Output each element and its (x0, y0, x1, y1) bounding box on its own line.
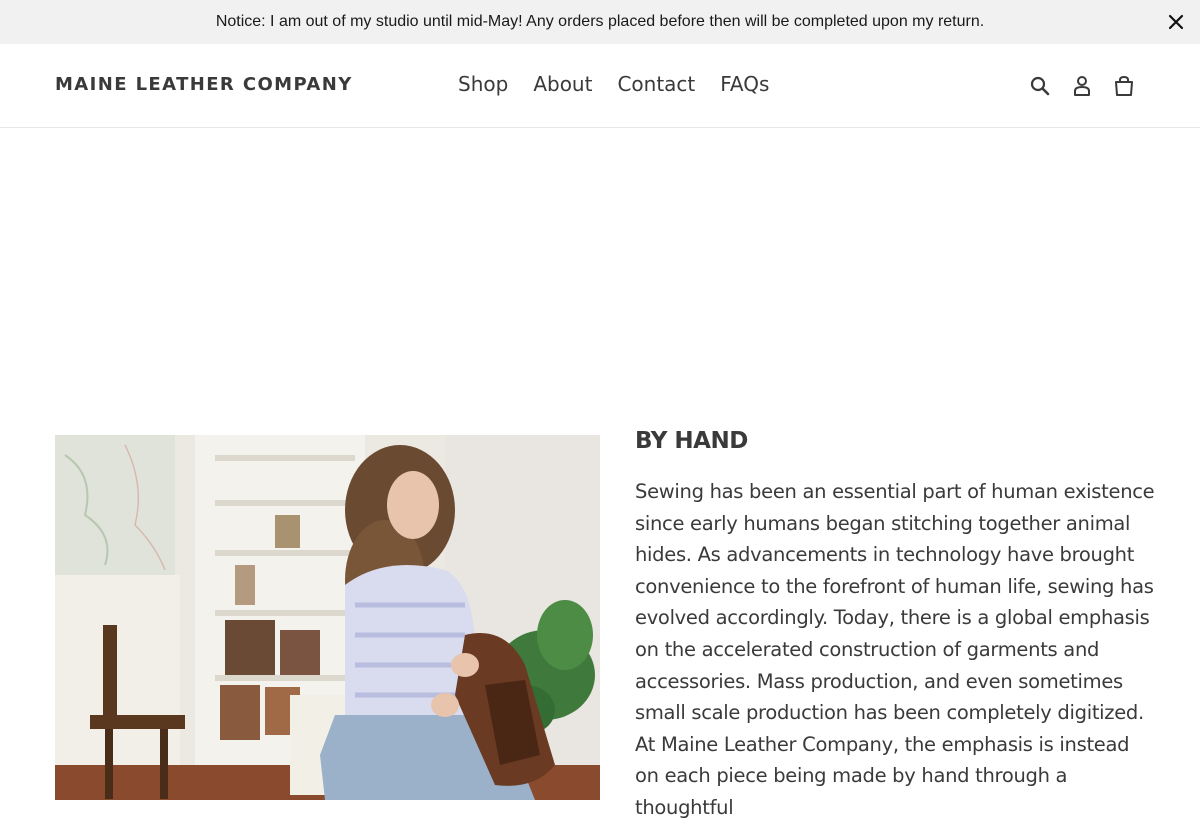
nav-link-contact[interactable]: Contact (617, 72, 695, 96)
nav-link-faqs[interactable]: FAQs (720, 72, 769, 96)
announcement-bar: Notice: I am out of my studio until mid-… (0, 0, 1200, 44)
site-header: MAINE LEATHER COMPANY Shop About Contact… (0, 44, 1200, 128)
site-logo[interactable]: MAINE LEATHER COMPANY (55, 74, 353, 95)
nav-link-shop[interactable]: Shop (458, 72, 508, 96)
feature-heading: BY HAND (635, 428, 748, 454)
account-icon[interactable] (1070, 74, 1094, 98)
search-icon[interactable] (1028, 74, 1052, 98)
nav-link-about[interactable]: About (533, 72, 592, 96)
feature-photo (55, 435, 600, 800)
feature-body-text: Sewing has been an essential part of hum… (635, 480, 1155, 819)
announcement-text: Notice: I am out of my studio until mid-… (215, 13, 985, 30)
main-nav: Shop About Contact FAQs (458, 72, 794, 96)
header-icons (1010, 74, 1136, 98)
cart-icon[interactable] (1112, 74, 1136, 98)
close-icon[interactable] (1166, 12, 1186, 32)
